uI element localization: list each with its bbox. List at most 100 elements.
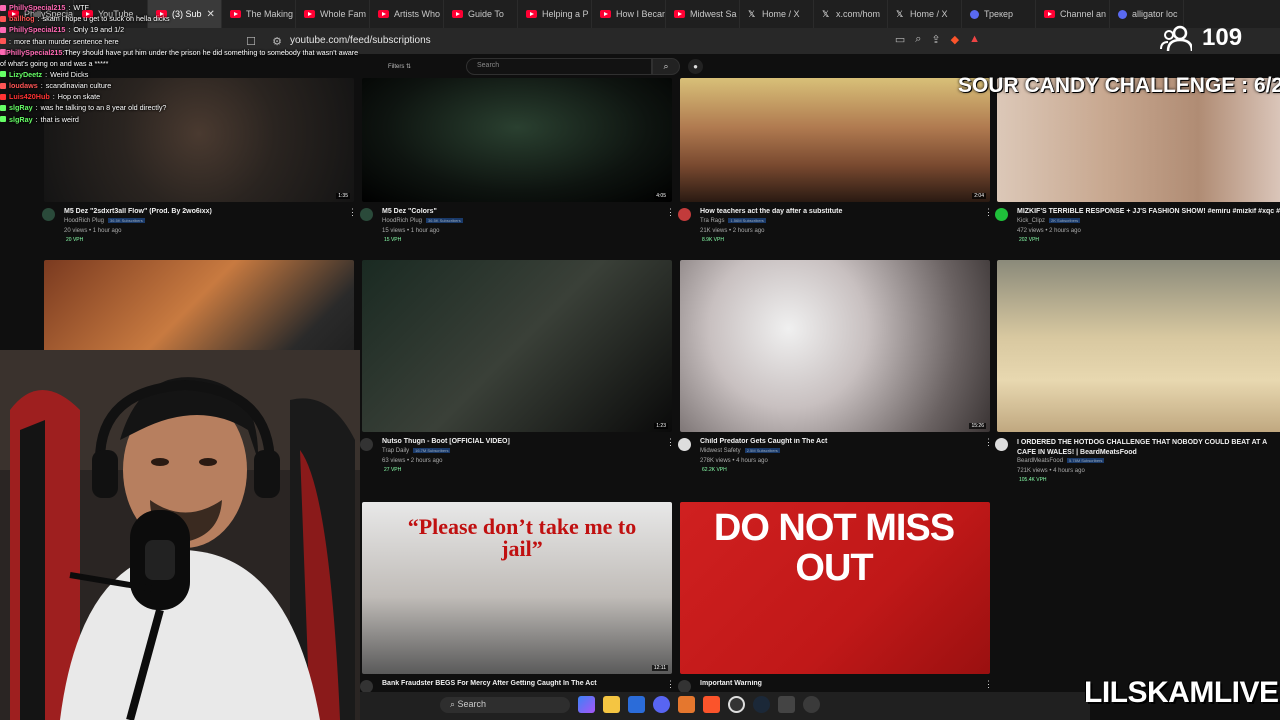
- discord-icon[interactable]: [653, 696, 670, 713]
- channel-avatar[interactable]: [678, 438, 691, 451]
- browser-tab[interactable]: 𝕏x.com/hom: [814, 0, 888, 28]
- chat-username[interactable]: PhillySpecial215: [6, 48, 62, 57]
- brave-shield-icon[interactable]: ◆: [951, 33, 959, 46]
- browser-tab[interactable]: 𝕏 Home / X: [888, 0, 962, 28]
- chat-badge-icon: [0, 4, 6, 11]
- channel-avatar[interactable]: [995, 438, 1008, 451]
- video-thumbnail[interactable]: [997, 260, 1280, 432]
- more-options-icon[interactable]: ⋮: [666, 679, 675, 690]
- obs-icon[interactable]: [728, 696, 745, 713]
- stream-chat: PhillySpecial215: WTF ballhog: skam i hope …: [0, 2, 360, 125]
- views-per-hour: 27 VPH: [384, 467, 402, 473]
- chat-badge-icon: [0, 93, 6, 100]
- video-title[interactable]: Child Predator Gets Caught in The Act: [700, 438, 980, 445]
- channel-avatar[interactable]: [360, 438, 373, 451]
- chat-username[interactable]: PhillySpecial215: [9, 24, 65, 35]
- search-input[interactable]: Search: [466, 58, 652, 75]
- microphone-icon[interactable]: ●: [688, 59, 703, 74]
- browser-tab[interactable]: Midwest Sa: [666, 0, 740, 28]
- share-icon[interactable]: ⇪: [931, 33, 940, 46]
- chat-separator: :: [35, 103, 38, 113]
- channel-avatar[interactable]: [678, 208, 691, 221]
- channel-name[interactable]: BeardMeatsFood 5.78M Subscribers: [1017, 458, 1105, 464]
- channel-name[interactable]: Midwest Safety 2.5M Subscribers: [700, 448, 780, 454]
- folder-icon[interactable]: [603, 696, 620, 713]
- video-stats: 20 views • 1 hour ago: [64, 228, 122, 234]
- chat-text: Only 19 and 1/2: [73, 25, 125, 35]
- google-icon: [1118, 9, 1127, 19]
- app-icon-2[interactable]: [778, 696, 795, 713]
- video-thumbnail[interactable]: 2:04: [680, 78, 990, 202]
- video-title[interactable]: M5 Dez "Colors": [382, 208, 662, 215]
- video-title[interactable]: Bank Fraudster BEGS For Mercy After Gett…: [382, 680, 662, 687]
- video-title[interactable]: How teachers act the day after a substit…: [700, 208, 980, 215]
- copilot-icon[interactable]: [578, 696, 595, 713]
- youtube-icon: [452, 10, 463, 18]
- rewards-icon[interactable]: ▲: [969, 33, 980, 46]
- channel-name[interactable]: Tra Rags 1.56M Subscribers: [700, 218, 766, 224]
- app-icon[interactable]: [678, 696, 695, 713]
- browser-tab[interactable]: Channel an: [1036, 0, 1110, 28]
- chat-username[interactable]: ballhog: [9, 13, 35, 24]
- chat-username[interactable]: PhillySpecial215: [9, 2, 65, 13]
- more-options-icon[interactable]: ⋮: [984, 207, 993, 218]
- video-thumbnail[interactable]: 1:23: [362, 260, 672, 432]
- browser-tab[interactable]: How I Becam: [592, 0, 666, 28]
- browser-tab-label: Artists Who: [394, 9, 441, 19]
- browser-tab[interactable]: 𝕏 Home / X: [740, 0, 814, 28]
- taskbar-search[interactable]: ⌕ Search: [440, 697, 570, 713]
- browser-tab-label: alligator loc: [1132, 9, 1178, 19]
- chat-message: PhillySpecial215:They should have put hi…: [0, 47, 360, 69]
- browser-tab[interactable]: Helping a P: [518, 0, 592, 28]
- store-icon[interactable]: [628, 696, 645, 713]
- browser-tab[interactable]: Guide To: [444, 0, 518, 28]
- steam-icon[interactable]: [753, 696, 770, 713]
- channel-avatar[interactable]: [360, 208, 373, 221]
- chat-text: Hop on skate: [57, 92, 101, 102]
- video-thumbnail[interactable]: “Please don’t take me to jail” 12:11: [362, 502, 672, 674]
- more-options-icon[interactable]: ⋮: [348, 207, 357, 218]
- filters-button[interactable]: Filters ⇅: [388, 63, 411, 70]
- chat-username[interactable]: LizyDeetz: [9, 69, 42, 80]
- 4k-icon[interactable]: [803, 696, 820, 713]
- video-thumbnail[interactable]: 4:05: [362, 78, 672, 202]
- channel-name[interactable]: HoodRich Plug 36.5K Subscribers: [382, 218, 463, 224]
- chat-username[interactable]: slgRay: [9, 102, 33, 113]
- video-title[interactable]: M5 Dez "2sdxrt3all Flow" (Prod. By 2wo6i…: [64, 208, 344, 215]
- chat-separator: :: [45, 69, 48, 79]
- cast-icon[interactable]: ▭: [895, 33, 905, 46]
- browser-tab-label: Channel an: [1060, 9, 1107, 19]
- channel-avatar[interactable]: [42, 208, 55, 221]
- more-options-icon[interactable]: ⋮: [984, 679, 993, 690]
- channel-name[interactable]: Kick_Clipz 2K Subscribers: [1017, 218, 1081, 224]
- chat-username[interactable]: loudaws: [9, 80, 38, 91]
- chat-separator: :: [40, 80, 43, 90]
- streamer-webcam: [0, 350, 360, 720]
- video-title[interactable]: I ORDERED THE HOTDOG CHALLENGE THAT NOBO…: [1017, 438, 1280, 458]
- channel-name-text: Midwest Safety: [700, 448, 741, 454]
- brave-icon[interactable]: [703, 696, 720, 713]
- video-title[interactable]: Important Warning: [700, 680, 980, 687]
- chat-text: that is weird: [40, 114, 79, 124]
- channel-avatar[interactable]: [995, 208, 1008, 221]
- more-options-icon[interactable]: ⋮: [666, 437, 675, 448]
- chat-username[interactable]: Luis420Hub: [9, 91, 50, 102]
- video-title[interactable]: MIZKIF'S TERRIBLE RESPONSE + JJ'S FASHIO…: [1017, 208, 1280, 215]
- views-per-hour: 62.2K VPH: [702, 467, 727, 473]
- chat-username[interactable]: slgRay: [9, 114, 33, 125]
- channel-name[interactable]: HoodRich Plug 36.5K Subscribers: [64, 218, 145, 224]
- more-options-icon[interactable]: ⋮: [984, 437, 993, 448]
- subscriber-count: 2.5M Subscribers: [744, 448, 780, 453]
- chat-badge-icon: [0, 38, 6, 45]
- more-options-icon[interactable]: ⋮: [666, 207, 675, 218]
- zoom-icon[interactable]: ⌕: [915, 33, 921, 46]
- video-thumbnail[interactable]: 15:26: [680, 260, 990, 432]
- video-stats: 472 views • 2 hours ago: [1017, 228, 1081, 234]
- browser-tab[interactable]: Трекер: [962, 0, 1036, 28]
- video-title[interactable]: Nutso Thugn - Boot [OFFICIAL VIDEO]: [382, 438, 662, 445]
- channel-name[interactable]: Trap Daily 16.7M Subscribers: [382, 448, 451, 454]
- browser-tab[interactable]: Artists Who: [370, 0, 444, 28]
- video-thumbnail[interactable]: DO NOT MISS OUT: [680, 502, 990, 674]
- channel-name-text: Kick_Clipz: [1017, 218, 1046, 224]
- search-icon[interactable]: ⌕: [652, 58, 680, 75]
